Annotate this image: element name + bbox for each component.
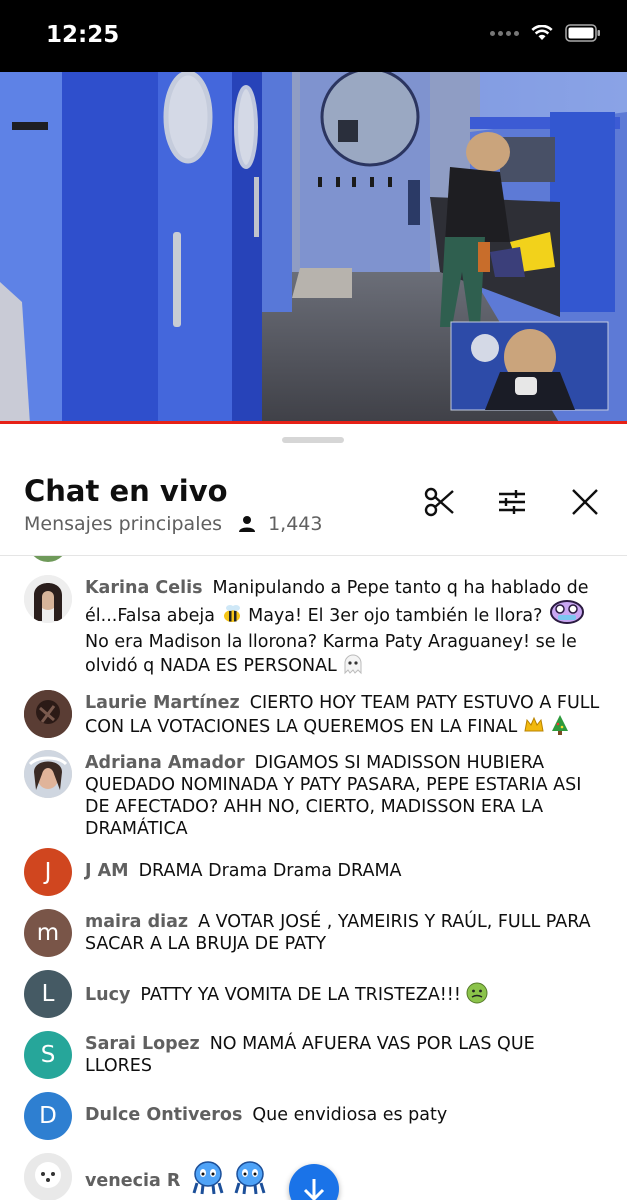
clip-button[interactable] [421, 484, 457, 520]
avatar [24, 1153, 72, 1200]
chat-message[interactable]: S Sarai Lopez NO MAMÁ AFUERA VAS POR LAS … [24, 1031, 604, 1079]
purple-emote-icon [548, 599, 586, 631]
close-button[interactable] [567, 484, 603, 520]
status-icons [490, 24, 601, 42]
christmas-tree-emoji-icon [550, 714, 570, 742]
chat-message-list[interactable]: Karina Celis Manipulando a Pepe tanto q h… [0, 556, 627, 1200]
chat-message[interactable]: Laurie Martínez CIERTO HOY TEAM PATY ESTU… [24, 690, 604, 742]
message-text: maira diaz A VOTAR JOSÉ , YAMEIRIS Y RAÚL… [85, 912, 591, 954]
scissors-icon [424, 487, 454, 517]
message-author[interactable]: J AM [85, 861, 129, 881]
chat-message[interactable]: J J AM DRAMA Drama Drama DRAMA [24, 848, 604, 896]
drag-handle[interactable] [282, 437, 344, 443]
message-author[interactable]: maira diaz [85, 912, 188, 932]
chat-title: Chat en vivo [24, 474, 228, 508]
message-text: venecia R [85, 1161, 268, 1200]
avatar: S [24, 1031, 72, 1079]
ghost-emoji-icon [342, 653, 364, 681]
nauseated-face-emoji-icon [466, 982, 488, 1010]
status-time: 12:25 [46, 22, 120, 48]
viewer-count: 1,443 [268, 513, 323, 535]
video-player[interactable] [0, 72, 627, 424]
wifi-icon [531, 25, 553, 40]
avatar: D [24, 1092, 72, 1140]
chat-subtitle: Mensajes principales 1,443 [24, 513, 322, 535]
message-author[interactable]: Karina Celis [85, 578, 202, 598]
avatar [24, 575, 72, 623]
live-chat-panel: Chat en vivo Mensajes principales 1,443 [0, 424, 627, 1200]
bee-emoji-icon [221, 603, 243, 631]
sliders-icon [499, 490, 525, 514]
avatar [24, 690, 72, 738]
message-author[interactable]: venecia R [85, 1170, 180, 1192]
message-text: Laurie Martínez CIERTO HOY TEAM PATY ESTU… [85, 692, 604, 742]
video-frame [0, 72, 627, 424]
filter-button[interactable] [494, 484, 530, 520]
status-bar: 12:25 [0, 0, 627, 72]
avatar: J [24, 848, 72, 896]
close-icon [572, 489, 598, 515]
person-icon [238, 515, 256, 533]
chat-message[interactable]: Adriana Amador DIGAMOS SI MADISSON HUBIER… [24, 750, 604, 840]
crown-emoji-icon [523, 714, 545, 742]
message-author[interactable]: Sarai Lopez [85, 1034, 200, 1054]
signal-icon [490, 30, 519, 36]
avatar: m [24, 909, 72, 957]
message-author[interactable]: Adriana Amador [85, 753, 245, 773]
avatar [28, 556, 68, 562]
message-author[interactable]: Laurie Martínez [85, 693, 240, 713]
battery-icon [565, 24, 600, 42]
message-author[interactable]: Lucy [85, 985, 130, 1005]
message-text: Sarai Lopez NO MAMÁ AFUERA VAS POR LAS QU… [85, 1034, 535, 1076]
message-text: Dulce Ontiveros Que envidiosa es paty [85, 1105, 448, 1125]
message-text: Adriana Amador DIGAMOS SI MADISSON HUBIER… [85, 753, 582, 839]
chat-message[interactable]: Karina Celis Manipulando a Pepe tanto q h… [24, 575, 604, 681]
blue-octopus-emote-icon [190, 1161, 226, 1200]
message-text: Lucy PATTY YA VOMITA DE LA TRISTEZA!!! [85, 982, 488, 1018]
message-text: Karina Celis Manipulando a Pepe tanto q h… [85, 577, 604, 681]
avatar [24, 750, 72, 798]
chat-message[interactable]: m maira diaz A VOTAR JOSÉ , YAMEIRIS Y RA… [24, 909, 604, 957]
blue-octopus-emote-icon [232, 1161, 268, 1200]
chat-message[interactable]: L Lucy PATTY YA VOMITA DE LA TRISTEZA!!! [24, 970, 604, 1018]
avatar: L [24, 970, 72, 1018]
chat-message[interactable]: D Dulce Ontiveros Que envidiosa es paty [24, 1092, 604, 1140]
arrow-down-icon [303, 1179, 325, 1200]
chat-mode-label[interactable]: Mensajes principales [24, 513, 222, 535]
message-text: J AM DRAMA Drama Drama DRAMA [85, 861, 402, 881]
message-author[interactable]: Dulce Ontiveros [85, 1105, 242, 1125]
